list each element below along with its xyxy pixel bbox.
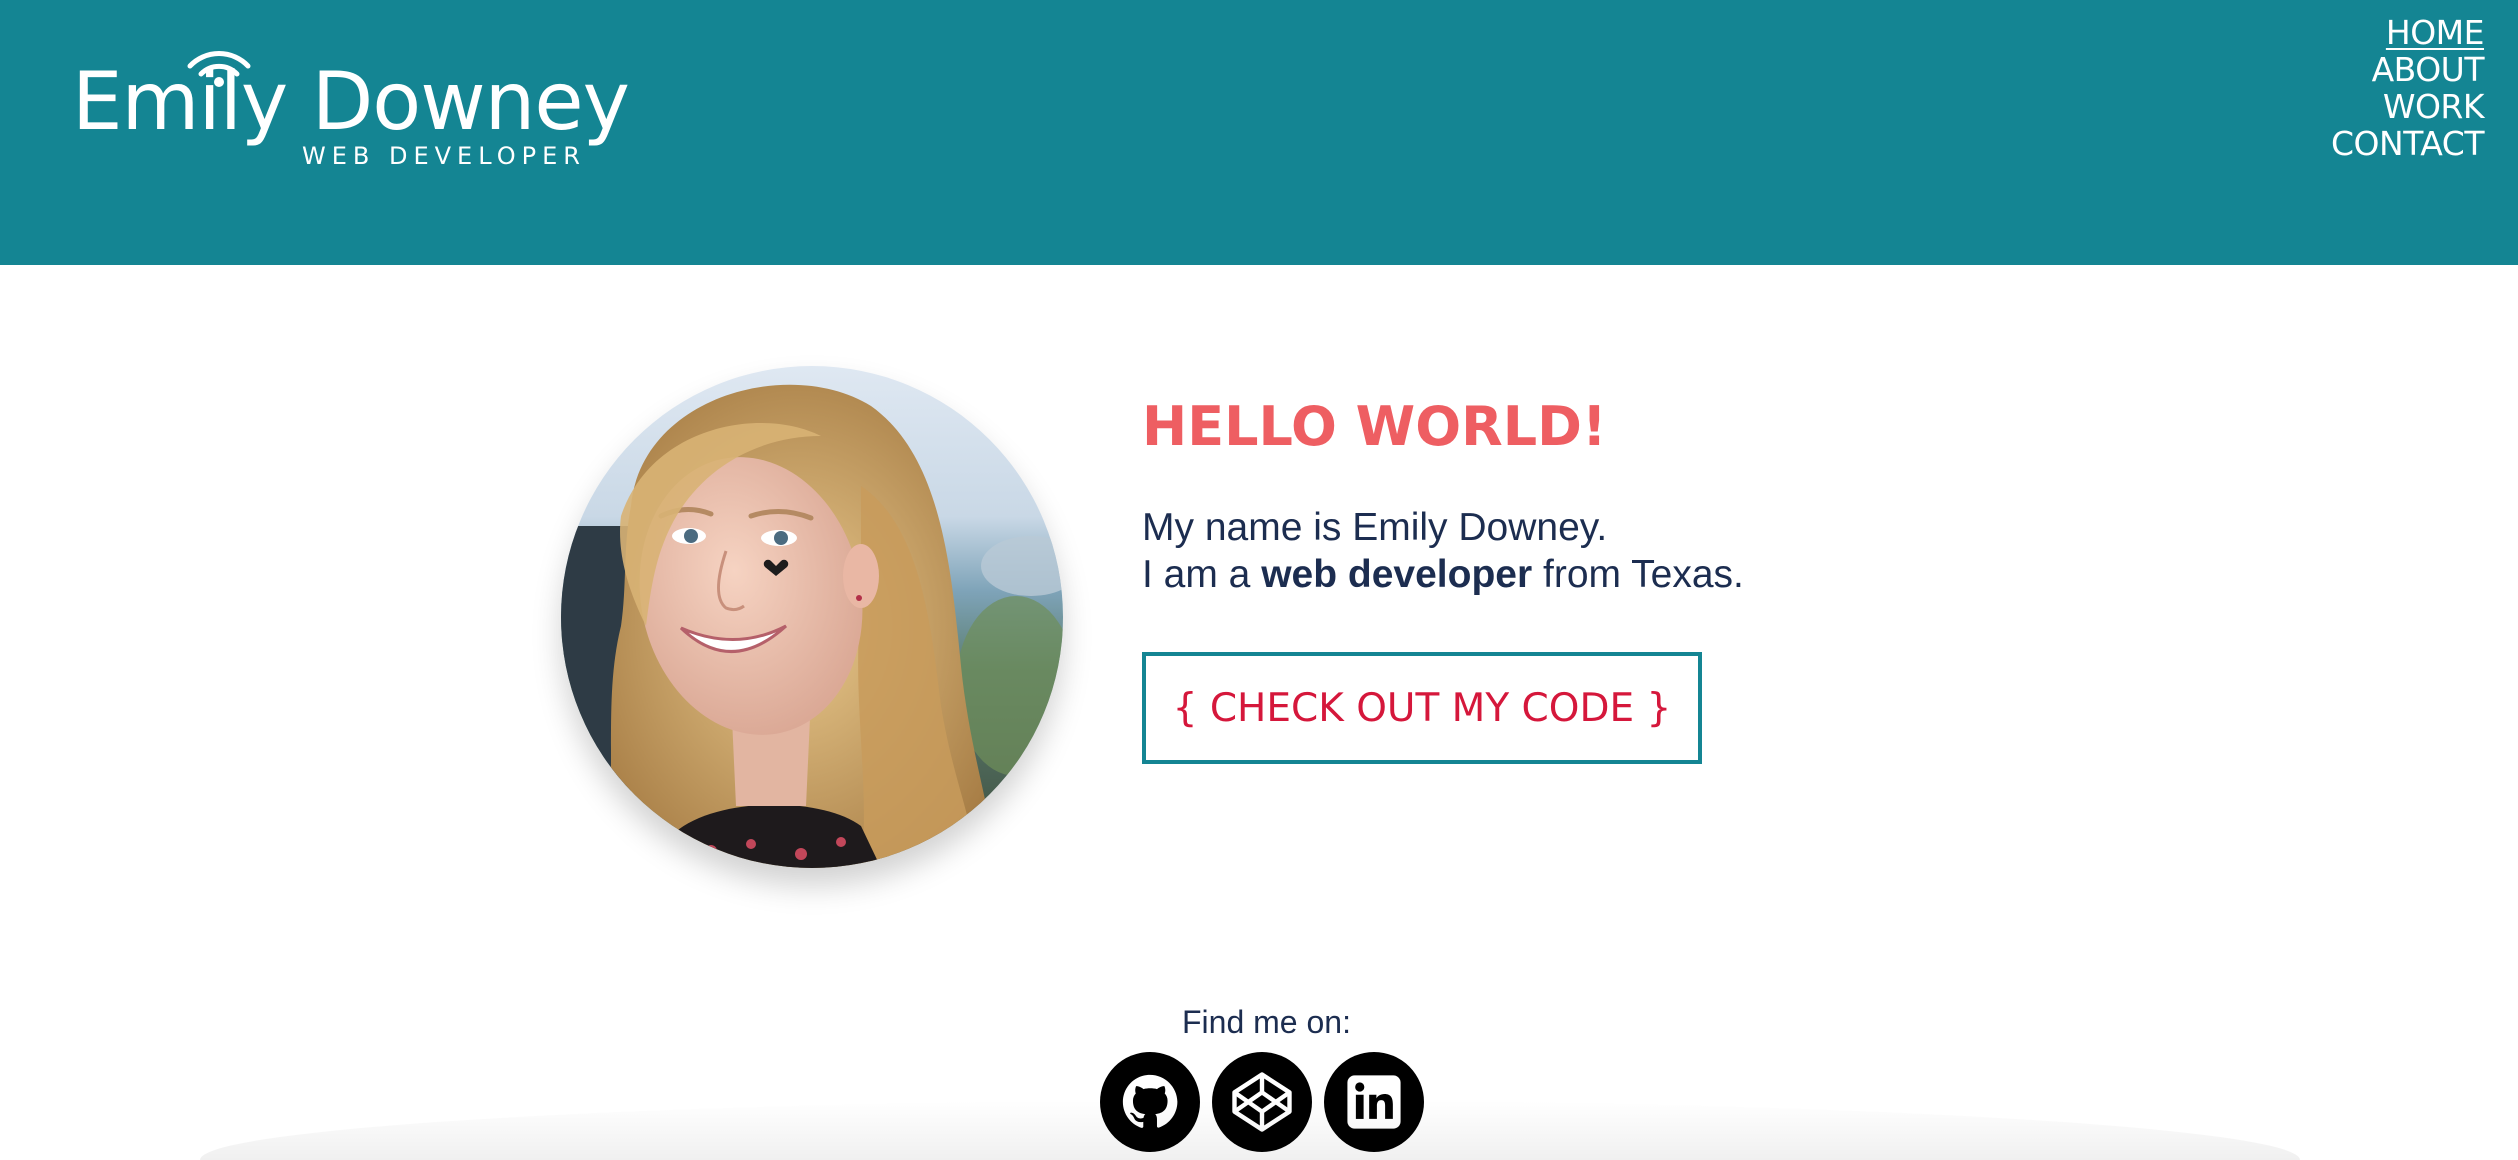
codepen-icon[interactable] bbox=[1212, 1052, 1312, 1152]
logo-subtitle: WEB DEVELOPER bbox=[302, 142, 586, 170]
nav-about[interactable]: ABOUT bbox=[2372, 51, 2485, 88]
hero-text: HELLO WORLD! My name is Emily Downey. I … bbox=[1142, 400, 2042, 598]
hero-role-line: I am a web developer from Texas. bbox=[1142, 551, 2042, 598]
hero-role-prefix: I am a bbox=[1142, 553, 1262, 596]
github-icon[interactable] bbox=[1100, 1052, 1200, 1152]
site-header: Emily Downey WEB DEVELOPER HOME ABOUT WO… bbox=[0, 0, 2518, 265]
nav-contact[interactable]: CONTACT bbox=[2331, 125, 2485, 162]
check-out-code-button[interactable]: { CHECK OUT MY CODE } bbox=[1142, 652, 1702, 764]
social-label: Find me on: bbox=[1182, 1004, 1351, 1040]
social-links bbox=[1100, 1052, 1424, 1152]
hero-intro-line: My name is Emily Downey. bbox=[1142, 506, 1608, 549]
hero-role-suffix: from Texas. bbox=[1532, 553, 1744, 596]
hero-title: HELLO WORLD! bbox=[1142, 395, 1607, 458]
nav-home[interactable]: HOME bbox=[2386, 14, 2485, 51]
site-logo[interactable]: Emily Downey WEB DEVELOPER bbox=[72, 36, 672, 176]
nav-work[interactable]: WORK bbox=[2383, 88, 2485, 125]
logo-name: Emily Downey bbox=[72, 55, 630, 148]
linkedin-icon[interactable] bbox=[1324, 1052, 1424, 1152]
main-nav: HOME ABOUT WORK CONTACT bbox=[2331, 14, 2485, 162]
profile-photo bbox=[561, 366, 1063, 868]
hero-role-bold: web developer bbox=[1261, 553, 1533, 596]
